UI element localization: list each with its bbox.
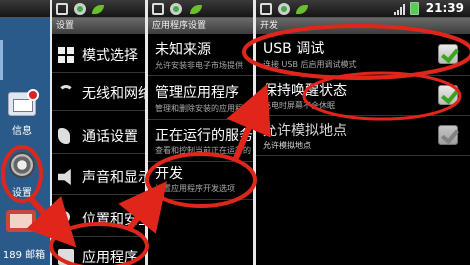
phone-icon <box>58 128 70 144</box>
signal-icon <box>394 3 406 15</box>
item-summary: 允许安装非电子市场提供 <box>155 61 243 70</box>
item-summary: 允许模拟地点 <box>263 141 311 150</box>
mail-app-label: 189 邮箱 <box>2 250 46 261</box>
application-settings-title: 应用程序设置 <box>148 18 253 34</box>
settings-screen: 设置 模式选择 无线和网络 通话设置 声音和显示 位置和安全 应用程序 <box>52 0 145 265</box>
stay-awake-checkbox[interactable] <box>438 85 458 105</box>
settings-item-call[interactable]: 通话设置 <box>52 117 145 154</box>
status-bar <box>0 0 50 18</box>
android-icon <box>74 3 86 15</box>
item-summary: 设置应用程序开发选项 <box>155 184 235 193</box>
notification-dot-icon <box>27 89 39 101</box>
status-bar <box>52 0 145 18</box>
settings-title: 设置 <box>52 18 145 34</box>
mail-app-icon[interactable] <box>6 210 36 232</box>
running-services-item[interactable]: 正在运行的服务 查看和控制当前正在运行的 <box>148 120 253 162</box>
development-item[interactable]: 开发 设置应用程序开发选项 <box>148 162 253 200</box>
usb-debugging-item[interactable]: USB 调试 连接 USB 后启用调试模式 <box>256 34 470 76</box>
settings-item-location[interactable]: 位置和安全 <box>52 200 145 237</box>
speaker-icon <box>58 169 71 185</box>
item-title: 未知来源 <box>155 42 211 58</box>
leaf-icon <box>190 5 202 14</box>
usb-debugging-checkbox[interactable] <box>438 44 458 64</box>
item-summary: 查看和控制当前正在运行的 <box>155 146 251 155</box>
settings-item-wireless[interactable]: 无线和网络 <box>52 74 145 111</box>
item-title: 保持唤醒状态 <box>263 83 347 99</box>
android-icon <box>170 3 182 15</box>
home-screen: 信息 设置 189 邮箱 <box>0 0 50 265</box>
item-title: USB 调试 <box>263 41 325 57</box>
leaf-icon <box>296 5 308 14</box>
status-bar <box>148 0 253 18</box>
item-summary: 管理和删除安装的应用程序 <box>155 104 251 113</box>
status-bar: 21:39 <box>256 0 470 18</box>
battery-icon <box>410 2 419 15</box>
grid-icon <box>58 47 74 63</box>
messages-app-label: 信息 <box>12 126 32 137</box>
settings-app-label: 设置 <box>12 188 32 199</box>
apps-icon <box>58 249 74 265</box>
item-summary: 连接 USB 后启用调试模式 <box>263 60 357 69</box>
usb-icon <box>260 3 272 15</box>
home-panel-edge <box>0 40 3 80</box>
messages-app-icon[interactable] <box>8 89 39 116</box>
item-title: 正在运行的服务 <box>155 128 253 144</box>
settings-item-mode[interactable]: 模式选择 <box>52 36 145 73</box>
settings-item-label: 位置和安全 <box>82 212 145 228</box>
manage-applications-item[interactable]: 管理应用程序 管理和删除安装的应用程序 <box>148 76 253 120</box>
wifi-icon <box>58 85 74 101</box>
application-settings-screen: 应用程序设置 未知来源 允许安装非电子市场提供 管理应用程序 管理和删除安装的应… <box>148 0 253 265</box>
development-title: 开发 <box>256 18 470 34</box>
mock-locations-item[interactable]: 允许模拟地点 允许模拟地点 <box>256 116 470 156</box>
mock-locations-checkbox[interactable] <box>438 125 458 145</box>
usb-icon <box>56 3 68 15</box>
settings-app-icon[interactable] <box>9 152 35 178</box>
item-title: 开发 <box>155 166 183 182</box>
item-title: 管理应用程序 <box>155 85 239 101</box>
settings-item-label: 无线和网络 <box>82 86 145 102</box>
settings-item-label: 应用程序 <box>82 250 138 265</box>
settings-item-sound[interactable]: 声音和显示 <box>52 158 145 195</box>
settings-item-label: 模式选择 <box>82 48 138 64</box>
development-screen: 21:39 开发 USB 调试 连接 USB 后启用调试模式 保持唤醒状态 充电… <box>256 0 470 265</box>
stay-awake-item[interactable]: 保持唤醒状态 充电时屏幕不会休眠 <box>256 76 470 116</box>
item-title: 允许模拟地点 <box>263 123 347 139</box>
item-summary: 充电时屏幕不会休眠 <box>263 101 335 110</box>
unknown-sources-item[interactable]: 未知来源 允许安装非电子市场提供 <box>148 34 253 76</box>
status-clock: 21:39 <box>425 1 464 15</box>
android-icon <box>278 3 290 15</box>
settings-item-label: 通话设置 <box>82 129 138 145</box>
settings-item-applications[interactable]: 应用程序 <box>52 238 145 265</box>
settings-item-label: 声音和显示 <box>82 170 145 186</box>
leaf-icon <box>92 5 104 14</box>
envelope-icon <box>13 99 33 112</box>
location-icon <box>55 208 73 226</box>
usb-icon <box>152 3 164 15</box>
